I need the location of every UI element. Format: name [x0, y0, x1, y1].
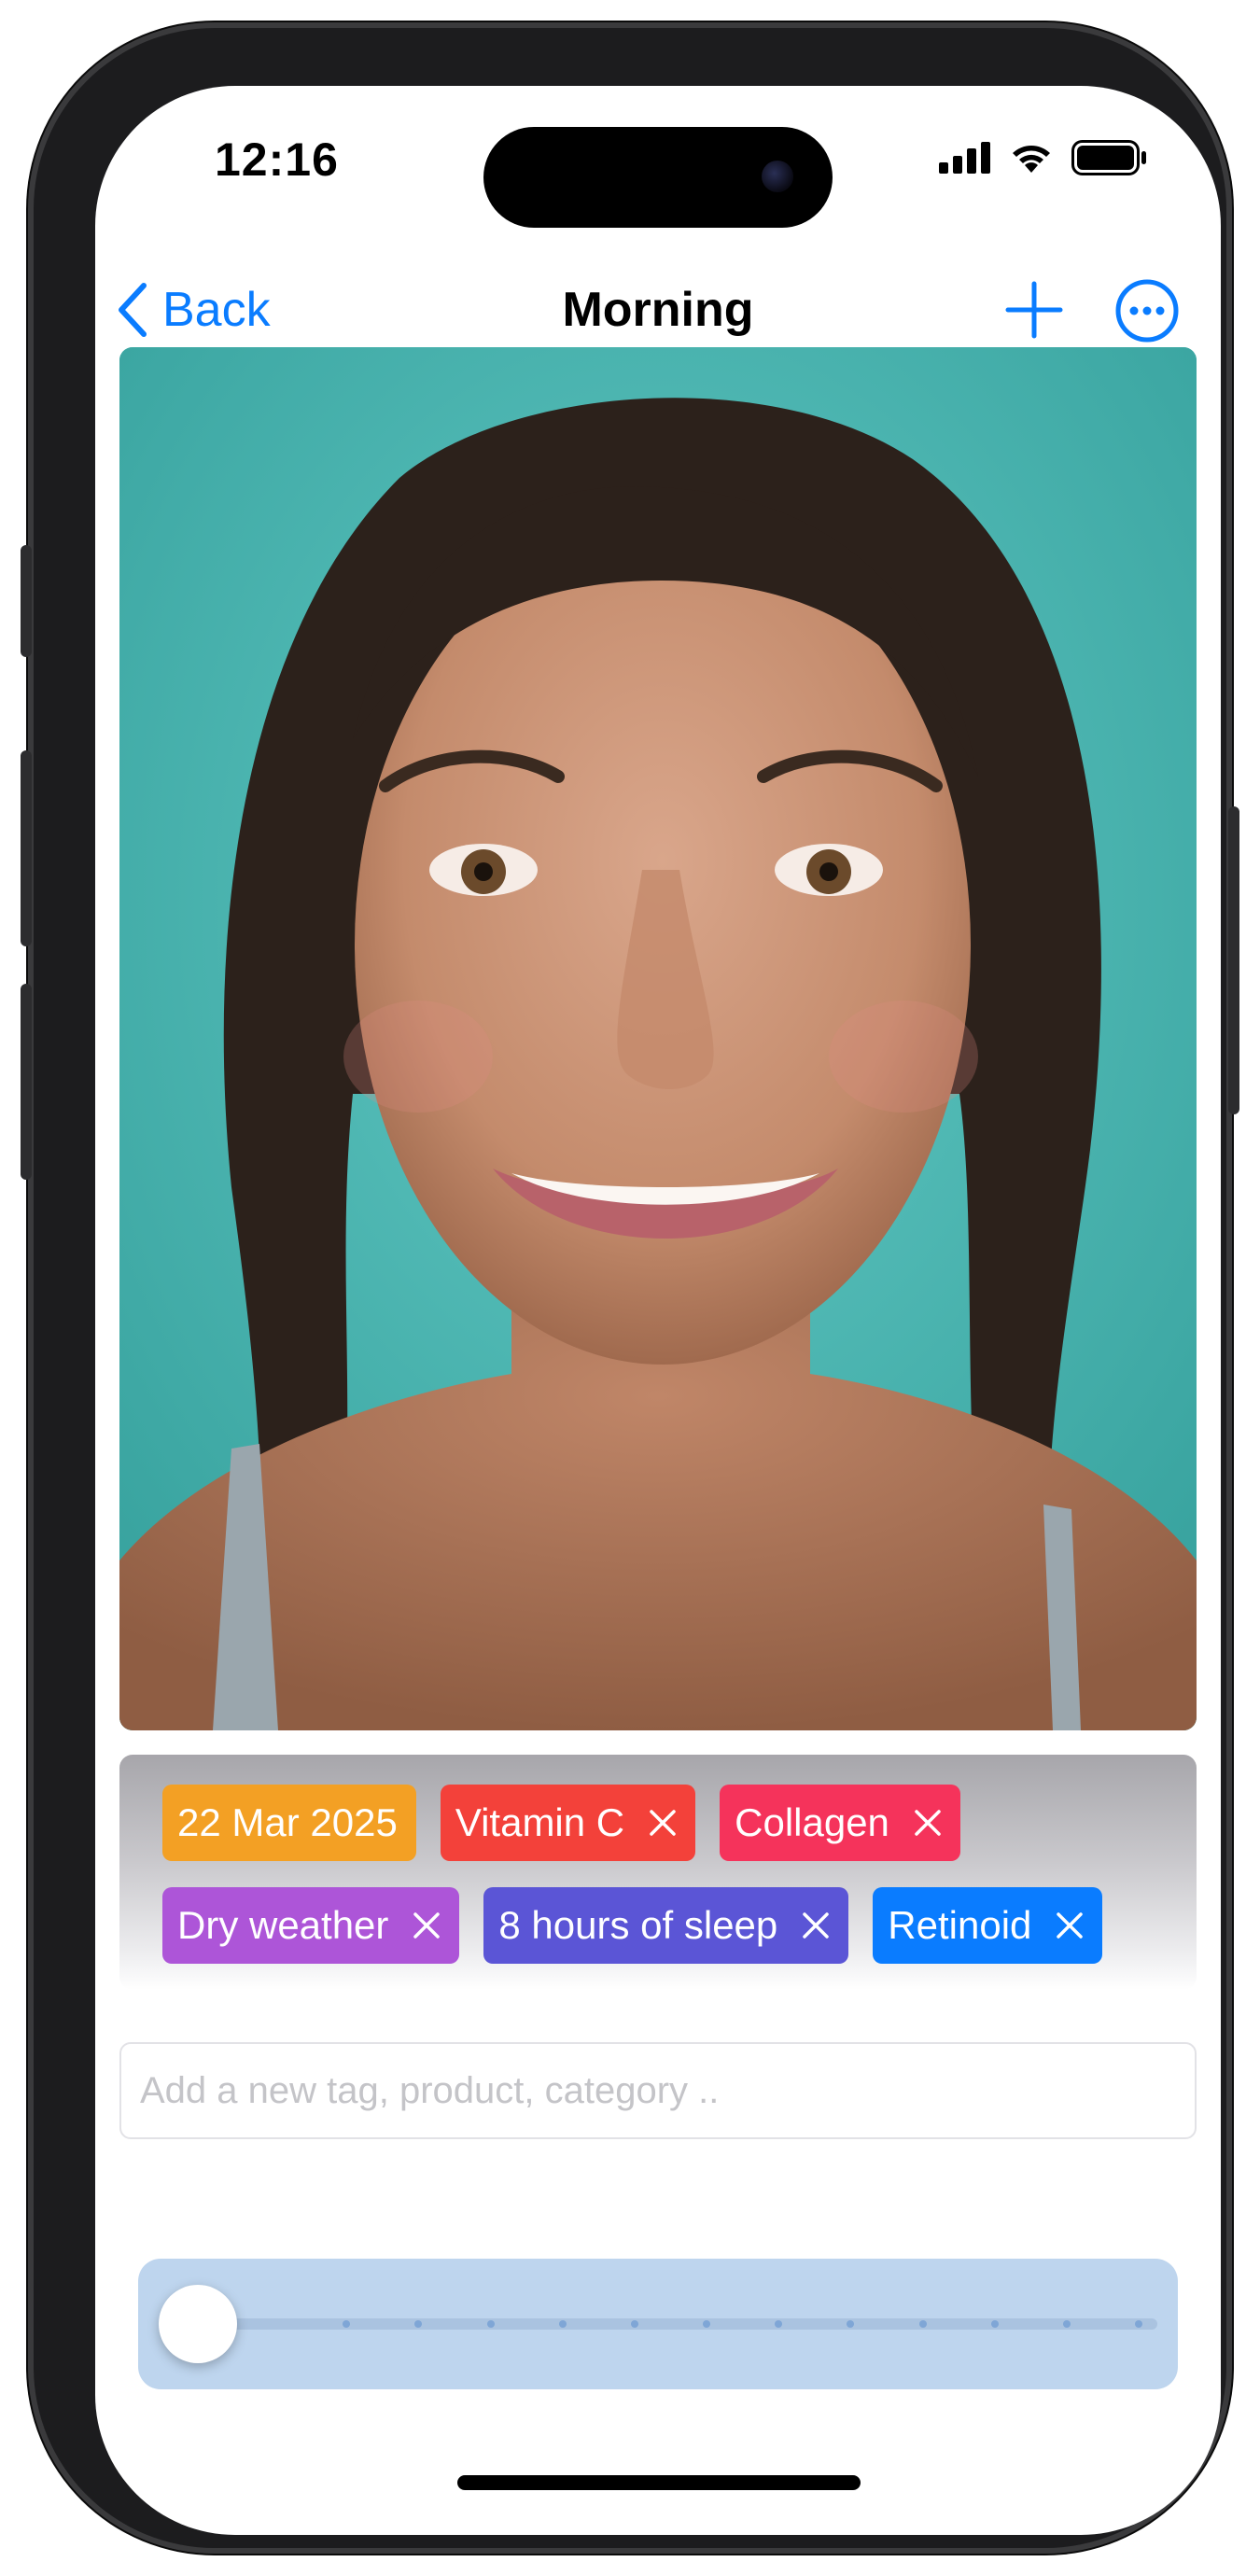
wifi-icon — [1013, 146, 1050, 173]
navigation-bar: Back Morning — [95, 273, 1221, 347]
tag-date[interactable]: 22 Mar 2025 — [162, 1785, 416, 1861]
status-bar: 12:16 — [95, 86, 1221, 235]
tag-label: Vitamin C — [455, 1800, 625, 1844]
slider-stop-dot — [703, 2320, 710, 2328]
back-button[interactable]: Back — [116, 273, 271, 347]
slider-track[interactable] — [194, 2318, 1157, 2330]
add-tag-input[interactable] — [119, 2042, 1197, 2139]
tag-sleep[interactable]: 8 hours of sleep — [483, 1887, 849, 1964]
remove-tag-icon[interactable] — [413, 1911, 441, 1939]
tag-label: Dry weather — [177, 1903, 389, 1947]
slider-stop-dot — [630, 2320, 638, 2328]
portrait-image — [119, 347, 1197, 1730]
chevron-left-icon — [119, 283, 147, 337]
tag-dry-weather[interactable]: Dry weather — [162, 1887, 460, 1964]
more-options-icon[interactable] — [1114, 278, 1180, 343]
slider-stop-dot — [990, 2320, 999, 2328]
tags-panel: 22 Mar 2025 Vitamin C Collagen Dry weath… — [119, 1755, 1197, 1990]
tag-label: 8 hours of sleep — [498, 1903, 778, 1947]
back-label: Back — [162, 283, 271, 337]
volume-down-button — [21, 984, 32, 1180]
status-time: 12:16 — [215, 133, 339, 186]
home-indicator[interactable] — [457, 2475, 861, 2490]
tag-label: 22 Mar 2025 — [177, 1800, 398, 1844]
tag-row-1: 22 Mar 2025 Vitamin C Collagen — [162, 1785, 960, 1861]
slider-thumb[interactable] — [159, 2285, 237, 2363]
tag-label: Collagen — [735, 1800, 889, 1844]
remove-tag-icon[interactable] — [914, 1809, 942, 1837]
remove-tag-icon[interactable] — [649, 1809, 677, 1837]
screen: 12:16 Back Morning 22 Mar 2025 Vitamin C… — [95, 86, 1221, 2535]
progress-photo[interactable] — [119, 347, 1197, 1730]
battery-icon — [1071, 140, 1146, 175]
cellular-signal-icon — [939, 142, 990, 174]
timeline-slider[interactable] — [138, 2259, 1178, 2389]
tag-collagen[interactable]: Collagen — [720, 1785, 960, 1861]
tag-vitamin-c[interactable]: Vitamin C — [440, 1785, 696, 1861]
silent-switch — [21, 545, 32, 657]
phone-frame: 12:16 Back Morning 22 Mar 2025 Vitamin C… — [21, 22, 1239, 2554]
power-button — [1228, 806, 1239, 1114]
status-icons — [939, 140, 1148, 175]
slider-stop-dot — [1135, 2320, 1142, 2328]
front-camera — [762, 161, 793, 192]
slider-stop-dot — [918, 2320, 927, 2328]
remove-tag-icon[interactable] — [802, 1911, 830, 1939]
add-icon[interactable] — [1002, 278, 1066, 342]
slider-stop-dot — [558, 2320, 567, 2328]
slider-stop-dot — [486, 2320, 495, 2328]
tag-row-2: Dry weather 8 hours of sleep Retinoid — [162, 1887, 1103, 1964]
slider-stop-dot — [1062, 2320, 1071, 2328]
remove-tag-icon[interactable] — [1056, 1911, 1084, 1939]
tag-label: Retinoid — [888, 1903, 1032, 1947]
tag-retinoid[interactable]: Retinoid — [873, 1887, 1103, 1964]
volume-up-button — [21, 750, 32, 946]
dynamic-island — [483, 127, 833, 228]
